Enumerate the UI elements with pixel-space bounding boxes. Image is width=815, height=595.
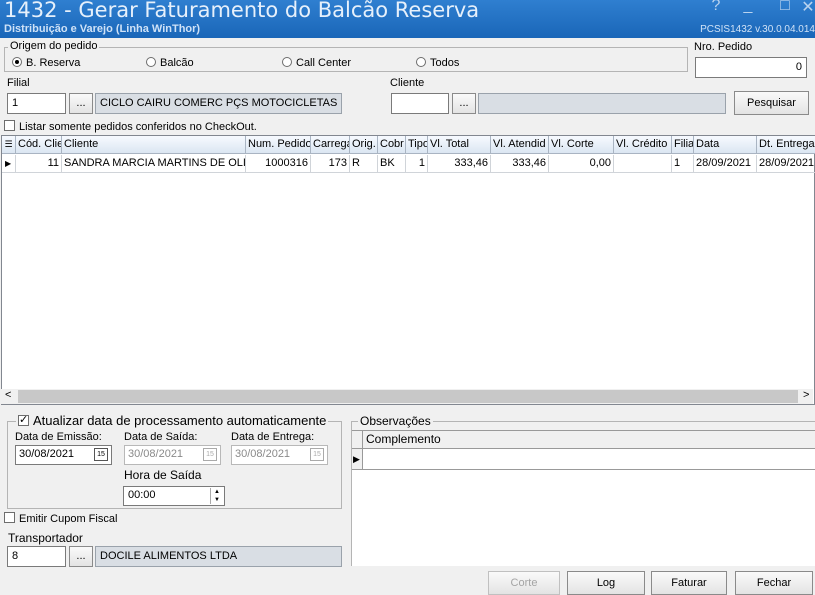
table-cell[interactable]: 11 [16,155,62,173]
table-cell[interactable]: 1000316 [246,155,311,173]
table-cell[interactable]: 28/09/2021 [757,155,815,173]
col-header[interactable]: Vl. Atendid [491,136,549,154]
table-cell[interactable]: 28/09/2021 [694,155,757,173]
col-header[interactable]: Orig. [350,136,378,154]
window-title: 1432 - Gerar Faturamento do Balcão Reser… [4,0,480,22]
table-cell[interactable]: 333,46 [491,155,549,173]
radio-breserva[interactable]: B. Reserva [12,57,80,69]
cliente-browse-button[interactable]: ... [452,93,476,114]
col-header[interactable]: Filia [672,136,694,154]
observacoes-grid[interactable]: Complemento ▶ [352,430,815,566]
cupom-fiscal-checkbox[interactable]: Emitir Cupom Fiscal [4,512,117,525]
cliente-code-input[interactable] [391,93,449,114]
scroll-right-icon[interactable]: > [803,389,809,401]
saida-date-input: 30/08/2021 15 [124,445,221,465]
table-cell[interactable]: 333,46 [428,155,491,173]
calendar-icon[interactable]: 15 [94,448,108,461]
row-indicator-icon: ▶ [2,155,16,173]
checkout-filter-checkbox[interactable]: Listar somente pedidos conferidos no Che… [4,120,257,133]
col-header[interactable]: Data [694,136,757,154]
calendar-icon: 15 [310,448,324,461]
close-icon[interactable]: ✕ [799,0,815,17]
origem-legend: Origem do pedido [8,40,100,52]
fechar-button[interactable]: Fechar [735,571,813,595]
table-cell[interactable]: 173 [311,155,350,173]
complemento-cell[interactable] [363,449,815,470]
grid-menu-icon[interactable]: ☰ [2,136,16,154]
log-button[interactable]: Log [567,571,645,595]
table-cell[interactable]: SANDRA MARCIA MARTINS DE OLIVE [62,155,246,173]
transportador-code-input[interactable]: 8 [7,546,66,567]
col-header[interactable]: Carrega [311,136,350,154]
col-header[interactable]: Cód. Clie [16,136,62,154]
transportador-name-field: DOCILE ALIMENTOS LTDA [95,546,342,567]
radio-icon [146,57,156,67]
spinner-icon[interactable]: ▲ ▼ [210,488,223,504]
col-header[interactable]: Vl. Corte [549,136,614,154]
processamento-checkbox[interactable]: Atualizar data de processamento automati… [16,413,329,428]
col-header[interactable]: Cobr [378,136,406,154]
entrega-label: Data de Entrega: [231,431,315,443]
cliente-label: Cliente [390,77,425,89]
radio-balcao[interactable]: Balcão [146,57,194,69]
horizontal-scrollbar[interactable]: < > [1,389,813,404]
title-bar: 1432 - Gerar Faturamento do Balcão Reser… [0,0,815,38]
radio-callcenter[interactable]: Call Center [282,57,351,69]
calendar-icon: 15 [203,448,217,461]
window-subtitle: Distribuição e Varejo (Linha WinThor) [4,23,201,35]
maximize-icon[interactable]: □ [776,0,794,15]
col-header[interactable]: Tipo [406,136,428,154]
radio-todos[interactable]: Todos [416,57,459,69]
table-cell[interactable]: 1 [672,155,694,173]
emissao-date-input[interactable]: 30/08/2021 15 [15,445,112,465]
complemento-header[interactable]: Complemento [363,431,815,449]
version-label: PCSIS1432 v.30.0.04.014 [700,24,815,35]
filial-label: Filial [7,77,30,89]
saida-label: Data de Saída: [124,431,198,443]
entrega-date-input: 30/08/2021 15 [231,445,328,465]
corte-button[interactable]: Corte [488,571,560,595]
row-indicator-icon: ▶ [352,449,363,470]
filial-browse-button[interactable]: ... [69,93,93,114]
filial-code-input[interactable]: 1 [7,93,66,114]
col-header[interactable]: Cliente [62,136,246,154]
col-header[interactable]: Dt. Entrega [757,136,815,154]
col-header[interactable]: Vl. Total [428,136,491,154]
checkbox-icon [18,413,29,426]
scroll-thumb[interactable] [18,390,798,403]
cliente-name-field [478,93,726,114]
table-cell[interactable]: R [350,155,378,173]
help-icon[interactable]: ? [707,0,725,15]
filial-name-field: CICLO CAIRU COMERC PÇS MOTOCICLETAS LTDA [95,93,342,114]
transportador-label: Transportador [8,531,83,545]
nro-pedido-label: Nro. Pedido [694,41,753,53]
checkbox-icon [4,512,15,523]
table-cell[interactable]: BK [378,155,406,173]
checkbox-icon [4,120,15,131]
observacoes-legend: Observações [358,414,433,428]
radio-icon [12,57,22,67]
radio-icon [416,57,426,67]
table-cell[interactable]: 1 [406,155,428,173]
nro-pedido-input[interactable]: 0 [695,57,807,78]
transportador-browse-button[interactable]: ... [69,546,93,567]
hora-saida-label: Hora de Saída [124,468,202,482]
hora-saida-input[interactable]: 00:00 ▲ ▼ [123,486,225,506]
table-cell[interactable] [614,155,672,173]
pesquisar-button[interactable]: Pesquisar [734,91,809,115]
pedidos-grid[interactable]: ☰ Cód. Clie Cliente Num. Pedido Carrega … [1,135,815,405]
radio-icon [282,57,292,67]
scroll-left-icon[interactable]: < [5,389,11,401]
faturar-button[interactable]: Faturar [651,571,727,595]
col-header[interactable]: Num. Pedido [246,136,311,154]
emissao-label: Data de Emissão: [15,431,102,443]
table-cell[interactable]: 0,00 [549,155,614,173]
col-header[interactable]: Vl. Crédito [614,136,672,154]
minimize-icon[interactable]: _ [739,0,757,15]
